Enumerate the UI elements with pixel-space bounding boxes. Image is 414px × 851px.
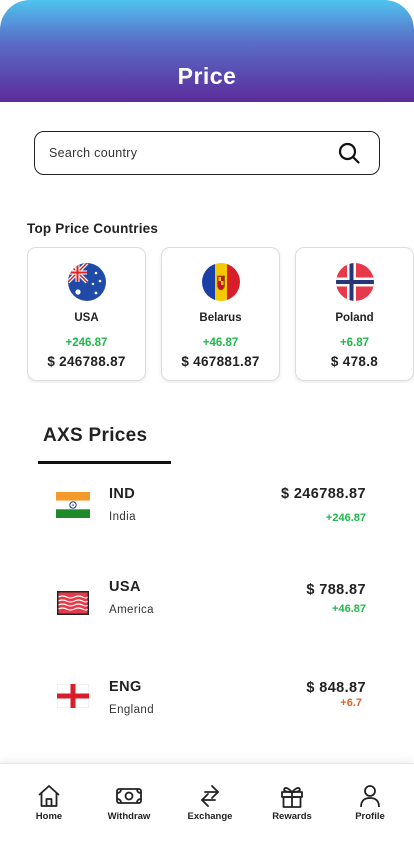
andorra-flag-icon bbox=[201, 263, 240, 301]
currency-code: USA bbox=[109, 579, 141, 595]
price-row[interactable]: IND India $ 246788.87 +246.87 bbox=[0, 484, 414, 544]
price-row[interactable]: ENG England $ 848.87 +6.7 bbox=[0, 677, 414, 737]
home-icon bbox=[35, 782, 63, 810]
top-countries-carousel[interactable]: USA +246.87 $ 246788.87 Belarus +46.87 $… bbox=[27, 247, 414, 383]
norway-flag-icon bbox=[335, 263, 374, 301]
price-change: +246.87 bbox=[65, 337, 108, 349]
nav-label: Rewards bbox=[272, 811, 312, 822]
axs-prices-title: AXS Prices bbox=[43, 425, 148, 446]
search-bar[interactable] bbox=[34, 131, 380, 175]
row-price: $ 246788.87 bbox=[280, 486, 366, 502]
country-card[interactable]: USA +246.87 $ 246788.87 bbox=[27, 247, 146, 381]
nav-label: Exchange bbox=[187, 811, 233, 822]
nav-withdraw[interactable]: Withdraw bbox=[89, 782, 169, 822]
currency-code: ENG bbox=[109, 679, 142, 695]
top-countries-title: Top Price Countries bbox=[27, 221, 159, 236]
price-change: +46.87 bbox=[202, 337, 239, 349]
price-change: +6.87 bbox=[339, 337, 370, 349]
row-change: +246.87 bbox=[325, 512, 366, 524]
nav-label: Withdraw bbox=[107, 811, 151, 822]
search-input[interactable] bbox=[49, 146, 337, 160]
nav-exchange[interactable]: Exchange bbox=[170, 782, 250, 822]
currency-code: IND bbox=[109, 486, 136, 502]
nav-label: Home bbox=[35, 811, 63, 822]
bottom-navigation: Home Withdraw Exchange Rewards Profile bbox=[0, 763, 414, 851]
country-card[interactable]: Poland +6.87 $ 478.8 bbox=[295, 247, 414, 381]
country-card[interactable]: Belarus +46.87 $ 467881.87 bbox=[161, 247, 280, 381]
nav-rewards[interactable]: Rewards bbox=[252, 782, 332, 822]
exchange-icon bbox=[196, 782, 224, 810]
row-change: +46.87 bbox=[332, 603, 366, 615]
country-price: $ 467881.87 bbox=[181, 354, 260, 369]
nav-profile[interactable]: Profile bbox=[330, 782, 410, 822]
section-underline bbox=[38, 461, 171, 464]
row-price: $ 848.87 bbox=[306, 680, 366, 696]
country-name: USA bbox=[74, 312, 99, 324]
england-flag-icon bbox=[56, 683, 90, 709]
country-label: India bbox=[109, 511, 136, 523]
nav-home[interactable]: Home bbox=[9, 782, 89, 822]
nav-label: Profile bbox=[355, 811, 385, 822]
gift-icon bbox=[278, 782, 306, 810]
australia-flag-icon bbox=[67, 263, 106, 301]
usa-flag-icon bbox=[57, 591, 89, 615]
search-icon[interactable] bbox=[337, 141, 361, 165]
country-price: $ 478.8 bbox=[330, 354, 379, 369]
india-flag-icon bbox=[56, 492, 90, 518]
profile-icon bbox=[356, 782, 384, 810]
country-name: Poland bbox=[335, 312, 374, 324]
country-label: America bbox=[109, 604, 154, 616]
header: Price bbox=[0, 0, 414, 102]
row-change: +6.7 bbox=[340, 697, 362, 709]
money-icon bbox=[115, 782, 143, 810]
country-label: England bbox=[109, 704, 155, 716]
page-title: Price bbox=[177, 63, 237, 89]
row-price: $ 788.87 bbox=[306, 582, 366, 598]
price-row[interactable]: USA America $ 788.87 +46.87 bbox=[0, 577, 414, 637]
country-price: $ 246788.87 bbox=[47, 354, 126, 369]
country-name: Belarus bbox=[199, 312, 242, 324]
